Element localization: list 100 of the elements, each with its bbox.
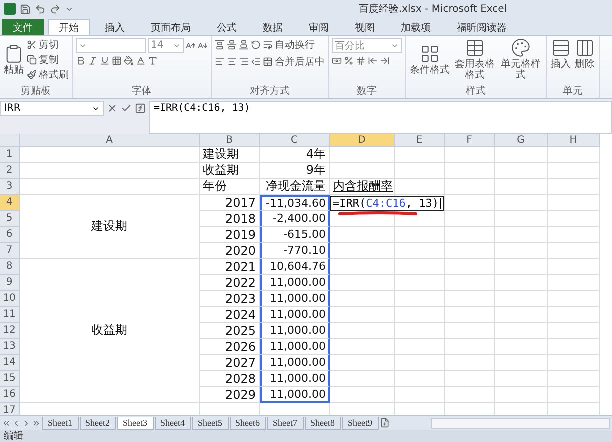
ribbon-button[interactable]: 插入	[550, 38, 572, 70]
rotate-icon[interactable]	[251, 40, 261, 50]
undo-icon[interactable]	[35, 4, 46, 14]
cell-text: 内含报酬率	[333, 178, 393, 195]
fill-bucket-icon[interactable]	[124, 56, 134, 66]
row-header[interactable]: 13	[0, 339, 20, 355]
ribbon-tab[interactable]: 数据	[252, 19, 294, 35]
ribbon-button[interactable]: 格式刷	[27, 68, 69, 82]
row-header[interactable]: 3	[0, 179, 20, 195]
next-sheet-icon[interactable]	[22, 418, 31, 428]
type-icon[interactable]	[148, 56, 158, 66]
column-header[interactable]: F	[445, 134, 495, 147]
row-header[interactable]: 6	[0, 227, 20, 243]
decimal-increase-icon[interactable]	[368, 56, 378, 66]
row-header[interactable]: 15	[0, 371, 20, 387]
ribbon-button[interactable]: 套用表格格式	[453, 38, 497, 81]
column-header[interactable]: E	[395, 134, 445, 147]
insert-sheet-icon[interactable]	[380, 418, 390, 428]
column-header[interactable]: C	[260, 134, 330, 147]
align-left-icon[interactable]	[215, 57, 225, 67]
row-header[interactable]: 10	[0, 291, 20, 307]
align-bottom-icon[interactable]	[239, 40, 249, 50]
ribbon-tab[interactable]: 开始	[48, 19, 90, 35]
ribbon-tab[interactable]: 福昕阅读器	[446, 19, 518, 35]
row-header[interactable]: 11	[0, 307, 20, 323]
dropdown[interactable]: 14	[148, 38, 184, 53]
ribbon-button[interactable]: 合并后居中	[263, 55, 325, 69]
row-header[interactable]: 17	[0, 403, 20, 415]
row-header[interactable]: 14	[0, 355, 20, 371]
ribbon-button[interactable]: 自动换行	[263, 38, 315, 52]
italic-icon[interactable]	[88, 56, 98, 66]
ribbon-tab[interactable]: 公式	[206, 19, 248, 35]
ribbon-tab[interactable]: 插入	[94, 19, 136, 35]
enter-icon[interactable]	[121, 102, 132, 114]
align-center-icon[interactable]	[227, 57, 237, 67]
table-cell: 2028	[200, 371, 260, 387]
border-icon[interactable]	[112, 56, 122, 66]
row-header[interactable]: 1	[0, 147, 20, 163]
dropdown[interactable]: 百分比	[332, 38, 402, 53]
row-header[interactable]: 8	[0, 259, 20, 275]
sheet-tab[interactable]: Sheet8	[304, 416, 341, 430]
sheet-tab[interactable]: Sheet6	[230, 416, 266, 430]
ribbon-button[interactable]: 粘贴	[3, 44, 25, 76]
first-sheet-icon[interactable]	[2, 418, 11, 428]
percent-icon[interactable]	[344, 56, 354, 66]
column-header[interactable]: A	[20, 134, 200, 147]
ribbon-tab[interactable]: 视图	[344, 19, 386, 35]
ribbon-button[interactable]: 复制	[27, 53, 69, 67]
column-header[interactable]: D	[330, 134, 395, 147]
ribbon-tab[interactable]: 审阅	[298, 19, 340, 35]
align-right-icon[interactable]	[239, 57, 249, 67]
column-header[interactable]: H	[548, 134, 600, 147]
row-header[interactable]: 5	[0, 211, 20, 227]
sheet-tab[interactable]: Sheet2	[80, 416, 116, 430]
ribbon-tab[interactable]: 页面布局	[140, 19, 202, 35]
save-icon[interactable]	[20, 4, 31, 14]
comma-icon[interactable]	[356, 56, 366, 66]
sheet-tab[interactable]: Sheet9	[342, 416, 378, 430]
grow-font-icon[interactable]	[186, 40, 196, 50]
sheet-tab[interactable]: Sheet3	[117, 416, 154, 430]
ribbon-tab[interactable]: 加载项	[390, 19, 442, 35]
previous-sheet-icon[interactable]	[12, 418, 21, 428]
ribbon-button[interactable]: 删除	[574, 38, 596, 70]
table-cell	[330, 387, 395, 403]
table-cell: 2024	[200, 307, 260, 323]
column-header[interactable]: G	[495, 134, 548, 147]
cell-edit-field[interactable]: =IRR(C4:C16, 13)	[330, 196, 444, 210]
horizontal-scrollbar[interactable]	[430, 418, 610, 428]
underline-icon[interactable]	[100, 56, 110, 66]
file-menu-tab[interactable]: 文件	[2, 19, 44, 35]
row-header[interactable]: 12	[0, 323, 20, 339]
sheet-tab[interactable]: Sheet4	[154, 416, 191, 430]
last-sheet-icon[interactable]	[32, 418, 41, 428]
row-header[interactable]: 7	[0, 243, 20, 259]
currency-icon[interactable]	[332, 56, 342, 66]
font-color-icon[interactable]	[136, 56, 146, 66]
ribbon-button[interactable]: 单元格样式	[499, 38, 543, 81]
shrink-font-icon[interactable]	[198, 40, 208, 50]
align-middle-icon[interactable]	[227, 40, 237, 50]
redo-icon[interactable]	[50, 4, 61, 14]
table-cell	[548, 163, 600, 179]
bold-icon[interactable]	[76, 56, 86, 66]
column-header[interactable]: B	[200, 134, 260, 147]
align-top-icon[interactable]	[215, 40, 225, 50]
table-cell	[495, 179, 548, 195]
decimal-decrease-icon[interactable]	[380, 56, 390, 66]
insert-function-icon[interactable]	[135, 102, 146, 114]
row-header[interactable]: 16	[0, 387, 20, 403]
indent-icon[interactable]	[251, 57, 261, 67]
cancel-icon[interactable]	[107, 102, 118, 114]
name-box[interactable]: IRR	[0, 101, 104, 116]
ribbon-button[interactable]: 剪切	[27, 38, 69, 52]
sheet-tab[interactable]: Sheet7	[267, 416, 304, 430]
row-header[interactable]: 4	[0, 195, 20, 211]
ribbon-button[interactable]: 条件格式	[409, 44, 451, 76]
row-header[interactable]: 9	[0, 275, 20, 291]
sheet-tab[interactable]: Sheet5	[192, 416, 228, 430]
sheet-tab[interactable]: Sheet1	[42, 416, 78, 430]
formula-input[interactable]: =IRR(C4:C16, 13)	[149, 101, 612, 134]
row-header[interactable]: 2	[0, 163, 20, 179]
